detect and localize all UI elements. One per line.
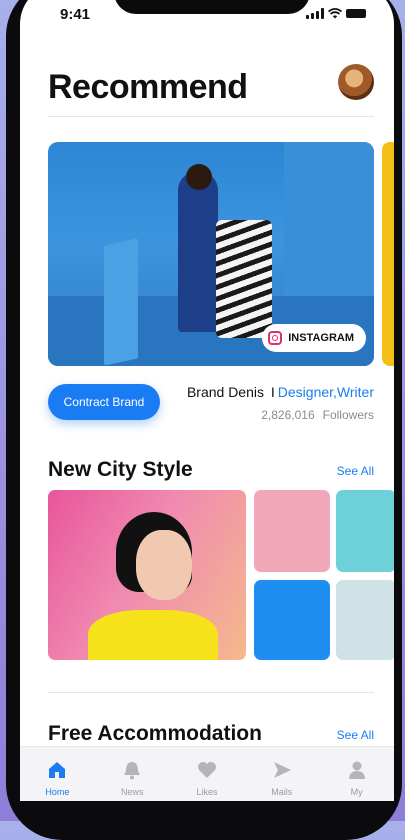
battery-icon (346, 9, 366, 18)
hero-slab (104, 238, 138, 366)
instagram-icon (268, 331, 283, 345)
followers-count: 2,826,016 (261, 408, 315, 422)
brand-separator: I (270, 384, 275, 400)
style-tile-main[interactable] (48, 490, 246, 660)
next-card-peek[interactable] (382, 142, 394, 366)
brand-info: Brand Denis I Designer,Writer (187, 384, 374, 400)
bell-icon (124, 762, 141, 780)
tab-label: My (350, 787, 363, 797)
followers-label: Followers (322, 408, 374, 422)
tab-label: Likes (196, 787, 218, 797)
tab-label: News (120, 787, 144, 797)
featured-brand-card[interactable]: INSTAGRAM (48, 142, 374, 366)
heart-icon (197, 762, 216, 778)
section-title-free-accommodation: Free Accommodation (48, 722, 262, 745)
instagram-badge[interactable]: INSTAGRAM (262, 324, 366, 352)
app-screen: 9:41 Recommend INSTAGRAM Contract Brand … (20, 0, 394, 801)
status-time: 9:41 (60, 6, 91, 23)
phone-frame: 9:41 Recommend INSTAGRAM Contract Brand … (6, 0, 402, 840)
notch (114, 0, 310, 14)
tab-mails[interactable]: Mails (244, 747, 319, 801)
tile-face (136, 530, 192, 600)
tab-label: Mails (271, 787, 293, 797)
page-title: Recommend (48, 68, 248, 106)
wifi-icon (328, 8, 342, 19)
tile-shirt (88, 610, 218, 660)
tab-bar: Home News Likes Mails My (20, 746, 394, 801)
hero-model (178, 172, 218, 332)
style-tile-1[interactable] (254, 490, 330, 572)
see-all-new-city-style[interactable]: See All (337, 464, 374, 478)
send-icon (273, 762, 291, 778)
section-divider (48, 692, 374, 693)
see-all-free-accommodation[interactable]: See All (337, 728, 374, 742)
section-title-new-city-style: New City Style (48, 458, 193, 481)
brand-roles[interactable]: Designer,Writer (278, 384, 374, 400)
tab-label: Home (45, 787, 70, 797)
header-divider (48, 116, 374, 117)
style-tile-2[interactable] (336, 490, 394, 572)
style-tile-3[interactable] (254, 580, 330, 660)
instagram-label: INSTAGRAM (288, 332, 354, 344)
followers-info: 2,826,016 Followers (261, 408, 374, 422)
hero-model-head (186, 164, 212, 190)
hero-zebra (216, 220, 272, 338)
contract-brand-button[interactable]: Contract Brand (48, 384, 160, 420)
status-icons (306, 8, 366, 19)
brand-name: Brand Denis (186, 384, 264, 400)
signal-icon (306, 8, 324, 19)
tab-news[interactable]: News (95, 747, 170, 801)
avatar[interactable] (338, 64, 374, 100)
style-tile-4[interactable] (336, 580, 394, 660)
tab-home[interactable]: Home (20, 747, 95, 801)
user-icon (348, 761, 365, 779)
tab-likes[interactable]: Likes (170, 747, 245, 801)
home-icon (49, 762, 66, 778)
tab-my[interactable]: My (319, 747, 394, 801)
